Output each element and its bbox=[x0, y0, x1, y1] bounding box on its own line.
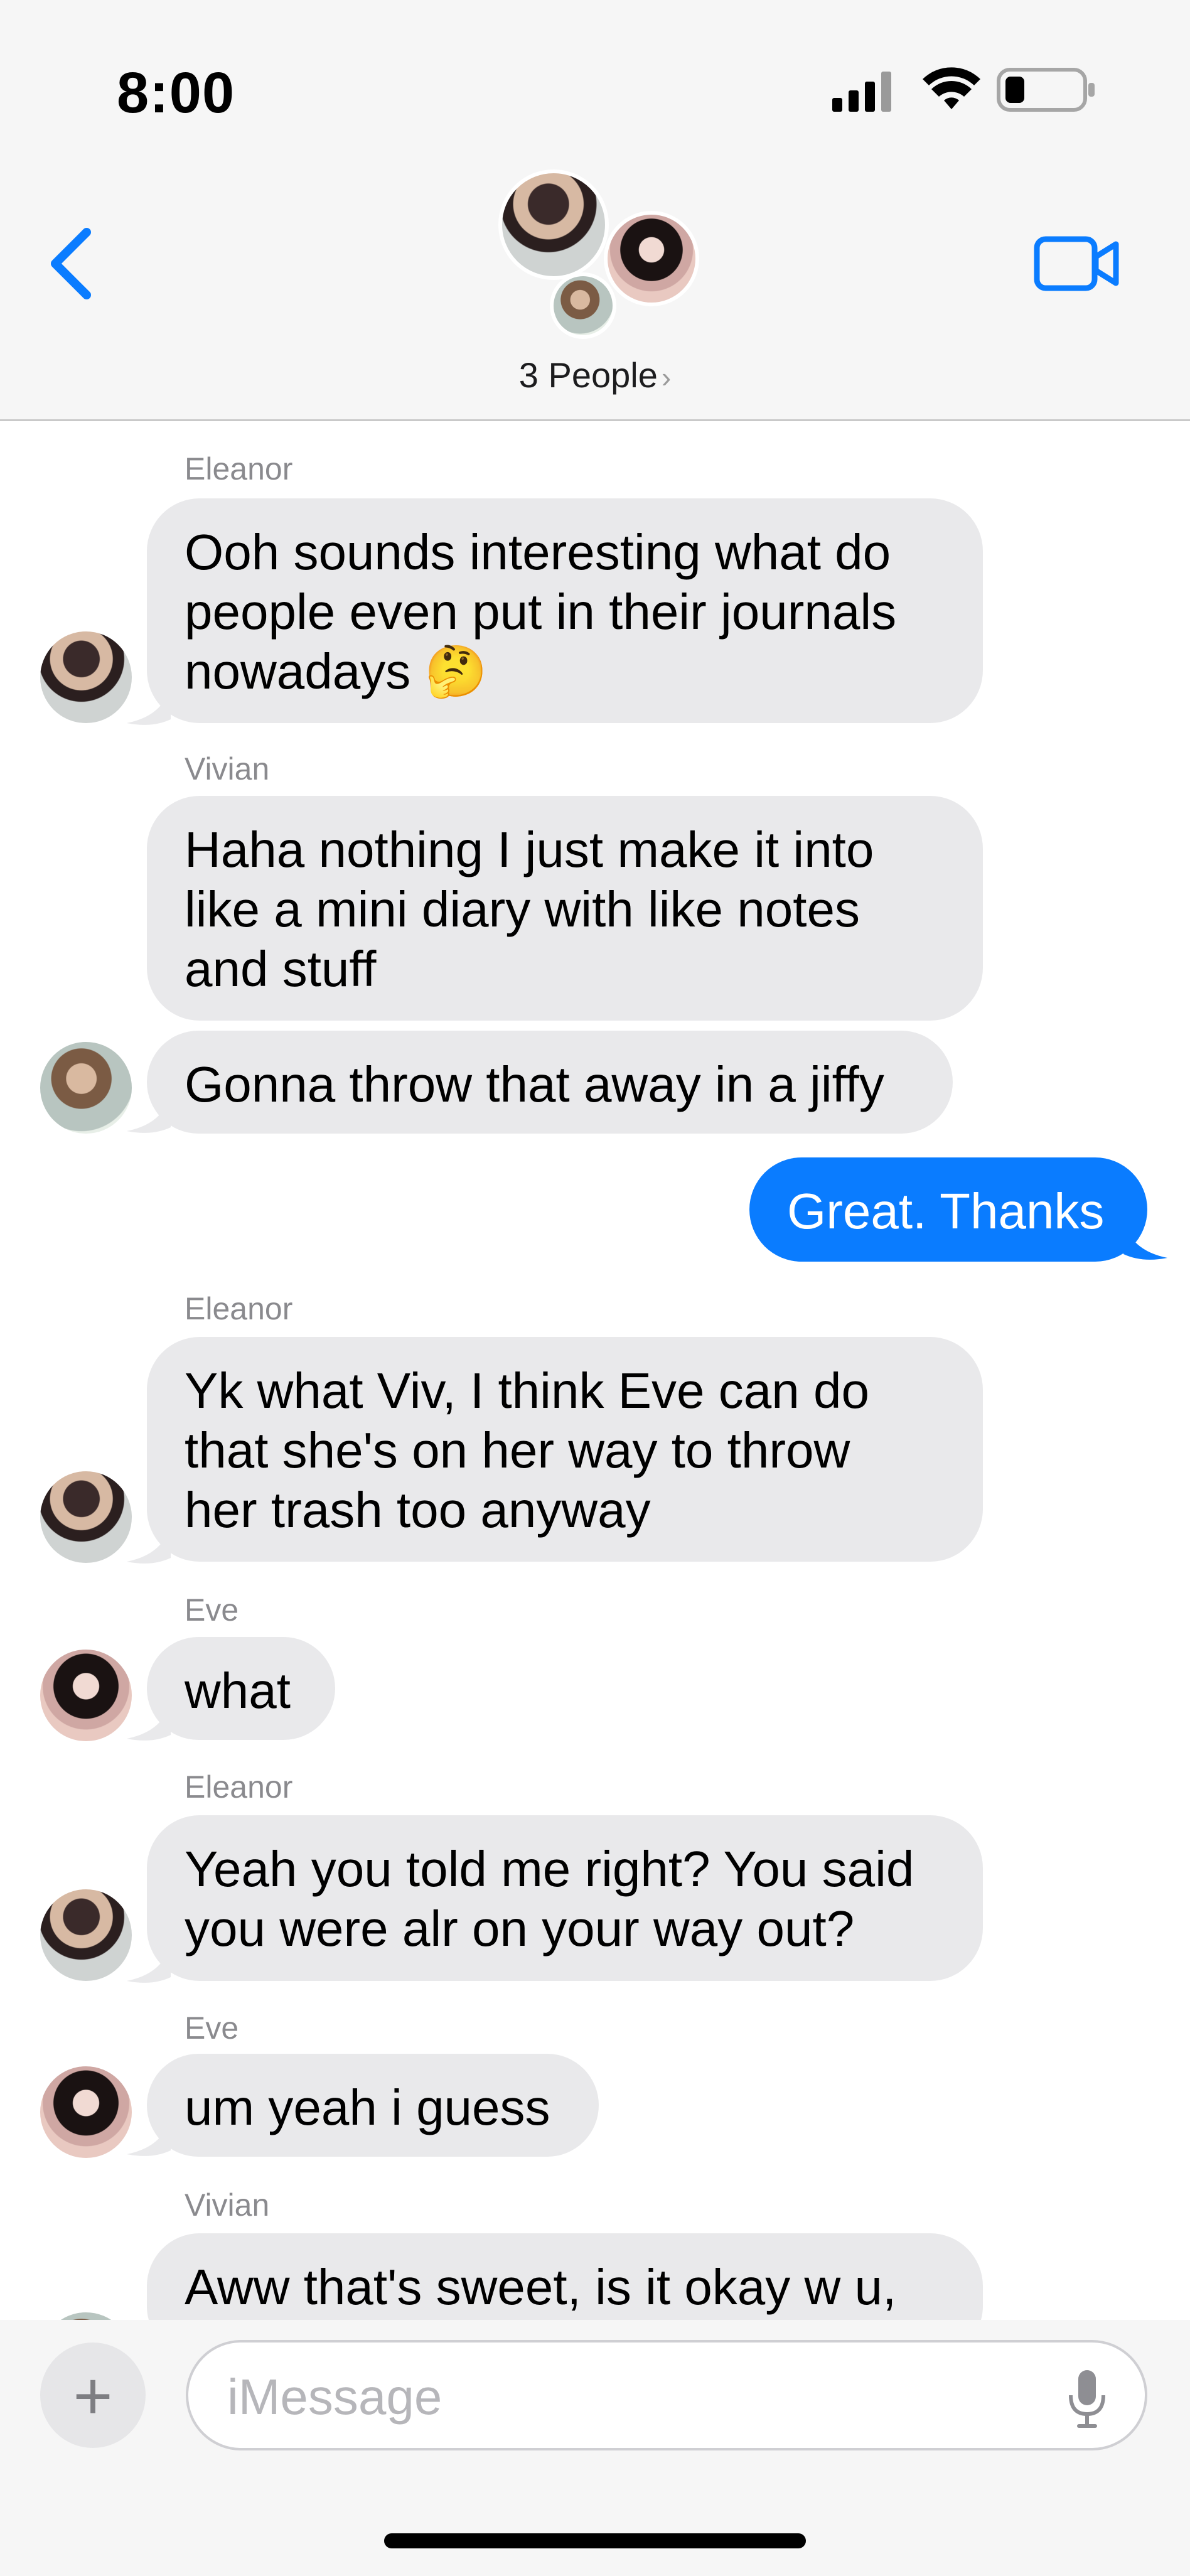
avatar-eve[interactable] bbox=[40, 2066, 132, 2158]
microphone-icon[interactable] bbox=[1067, 2368, 1107, 2430]
sender-name: Eve bbox=[185, 2010, 239, 2046]
battery-icon bbox=[997, 68, 1095, 112]
wifi-icon bbox=[923, 67, 980, 109]
message-bubble[interactable]: Haha nothing I just make it into like a … bbox=[147, 796, 983, 1021]
bubble-tail bbox=[127, 684, 171, 725]
message-line: Aww that's sweet, is it okay w u, bbox=[185, 2259, 897, 2315]
bubble-tail bbox=[127, 1700, 171, 1741]
message-line: you were alr on your way out? bbox=[185, 1901, 855, 1956]
message-bubble[interactable]: Yeah you told me right? You said you wer… bbox=[147, 1815, 983, 1981]
message-line: her trash too anyway bbox=[185, 1482, 651, 1538]
bubble-tail bbox=[127, 1092, 171, 1133]
bubble-tail bbox=[127, 1942, 171, 1983]
sender-name: Eleanor bbox=[185, 451, 293, 486]
message-field[interactable] bbox=[186, 2340, 1147, 2450]
message-bubble-outgoing[interactable]: Great. Thanks bbox=[749, 1157, 1147, 1262]
message-line: nowadays 🤔 bbox=[185, 643, 488, 699]
message-line: um yeah i guess bbox=[185, 2080, 550, 2135]
message-line: Ooh sounds interesting what do bbox=[185, 524, 891, 580]
message-line: and stuff bbox=[185, 941, 377, 997]
avatar-eleanor[interactable] bbox=[40, 1471, 132, 1563]
avatar-vivian[interactable] bbox=[550, 272, 616, 339]
avatar-vivian[interactable] bbox=[40, 1042, 132, 1134]
sender-name: Vivian bbox=[185, 751, 270, 786]
sender-name: Eve bbox=[185, 1592, 239, 1628]
avatar-eleanor[interactable] bbox=[40, 1889, 132, 1981]
sender-name: Eleanor bbox=[185, 1291, 293, 1326]
video-camera-icon[interactable] bbox=[1033, 235, 1121, 292]
message-line: like a mini diary with like notes bbox=[185, 881, 860, 937]
signal-icon bbox=[832, 72, 891, 112]
message-bubble[interactable]: Yk what Viv, I think Eve can do that she… bbox=[147, 1337, 983, 1562]
message-line: Yeah you told me right? You said bbox=[185, 1841, 914, 1897]
message-line: Great. Thanks bbox=[787, 1183, 1105, 1239]
avatar-eve[interactable] bbox=[40, 1650, 132, 1741]
message-line: Gonna throw that away in a jiffy bbox=[185, 1056, 884, 1112]
status-icons bbox=[832, 65, 1096, 112]
status-time: 8:00 bbox=[117, 61, 235, 125]
sender-name: Vivian bbox=[185, 2187, 270, 2223]
bubble-tail bbox=[1123, 1219, 1167, 1260]
message-bubble[interactable]: Gonna throw that away in a jiffy bbox=[147, 1031, 953, 1134]
conversation-header: 8:00 3 People › bbox=[0, 0, 1190, 421]
avatar-eve[interactable] bbox=[604, 211, 699, 306]
group-members-button[interactable]: 3 People › bbox=[0, 355, 1190, 395]
message-bubble[interactable]: Ooh sounds interesting what do people ev… bbox=[147, 498, 983, 723]
message-bubble[interactable]: what bbox=[147, 1637, 335, 1740]
message-input[interactable] bbox=[226, 2365, 1019, 2429]
message-line: what bbox=[185, 1663, 291, 1719]
sender-name: Eleanor bbox=[185, 1769, 293, 1805]
message-line: Haha nothing I just make it into bbox=[185, 822, 874, 877]
message-line: people even put in their journals bbox=[185, 584, 897, 640]
home-indicator[interactable] bbox=[384, 2533, 806, 2548]
avatar-eleanor[interactable] bbox=[40, 631, 132, 723]
plus-icon[interactable]: + bbox=[40, 2343, 146, 2448]
bubble-tail bbox=[127, 1523, 171, 1564]
bubble-tail bbox=[127, 2115, 171, 2156]
message-line: Yk what Viv, I think Eve can do bbox=[185, 1363, 869, 1419]
avatar-eleanor[interactable] bbox=[498, 169, 609, 280]
people-count-label: 3 People bbox=[518, 355, 658, 395]
chevron-left-icon[interactable] bbox=[45, 226, 102, 301]
message-bubble[interactable]: um yeah i guess bbox=[147, 2054, 599, 2157]
chevron-right-icon: › bbox=[661, 361, 672, 394]
message-line: that she's on her way to throw bbox=[185, 1422, 850, 1478]
